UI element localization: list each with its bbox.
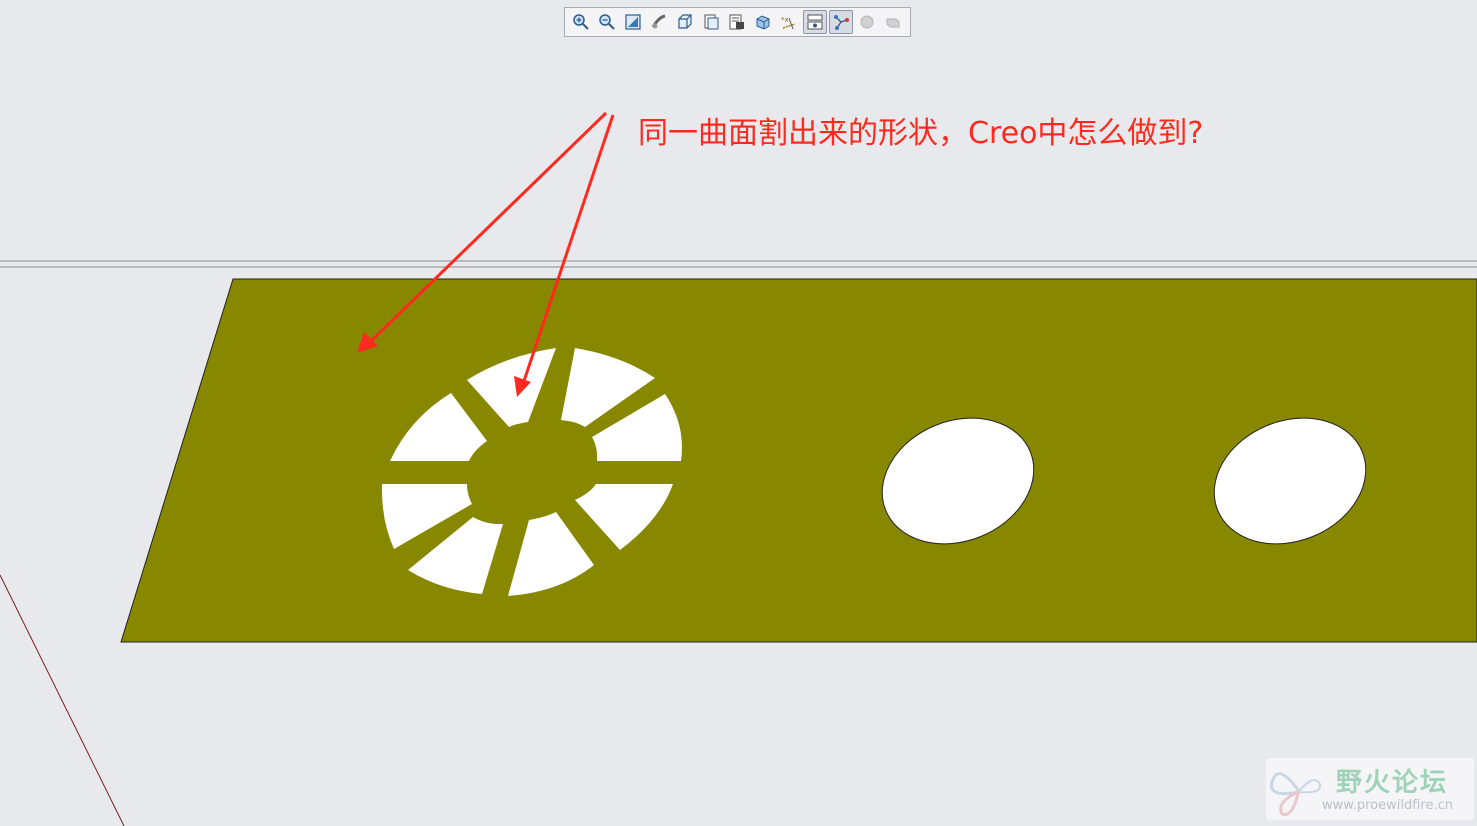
graphics-toolbar: *x [564,7,911,37]
saved-views-icon [704,14,719,30]
datum-display-button[interactable]: *x [777,10,801,34]
graphics-window[interactable]: 同一曲面割出来的形状，Creo中怎么做到? *x 野火论坛 www.proewi… [0,0,1477,826]
saved-views-button[interactable] [699,10,723,34]
refit-icon [625,14,641,30]
zoom-in-button[interactable] [569,10,593,34]
zoom-out-button[interactable] [595,10,619,34]
spin-center-icon [834,15,849,30]
spin-center-button[interactable] [829,10,853,34]
view-manager-icon [729,14,744,30]
display-style-icon [756,15,770,30]
watermark-title: 野火论坛 [1336,768,1449,798]
forum-watermark: 野火论坛 www.proewildfire.cn [1266,758,1474,820]
annotation-text: 同一曲面割出来的形状，Creo中怎么做到? [638,116,1204,151]
disabled-circle-icon [860,15,874,29]
butterfly-logo-icon [1270,772,1322,817]
repaint-button[interactable] [647,10,671,34]
svg-text:*x: *x [781,16,789,24]
repaint-icon [651,14,666,29]
datum-line-diagonal [0,574,125,826]
zoom-in-icon [573,14,589,30]
display-style-button[interactable] [751,10,775,34]
annotation-display-icon [807,14,823,30]
disabled-arrow-icon [886,18,900,28]
orient-icon [678,14,692,29]
disabled-arrow-button[interactable] [881,10,905,34]
disabled-circle-button[interactable] [855,10,879,34]
annotation-display-button[interactable] [803,10,827,34]
orient-button[interactable] [673,10,697,34]
datum-display-icon: *x [781,16,796,30]
zoom-out-icon [599,14,615,30]
refit-button[interactable] [621,10,645,34]
watermark-url: www.proewildfire.cn [1322,798,1453,813]
view-manager-button[interactable] [725,10,749,34]
